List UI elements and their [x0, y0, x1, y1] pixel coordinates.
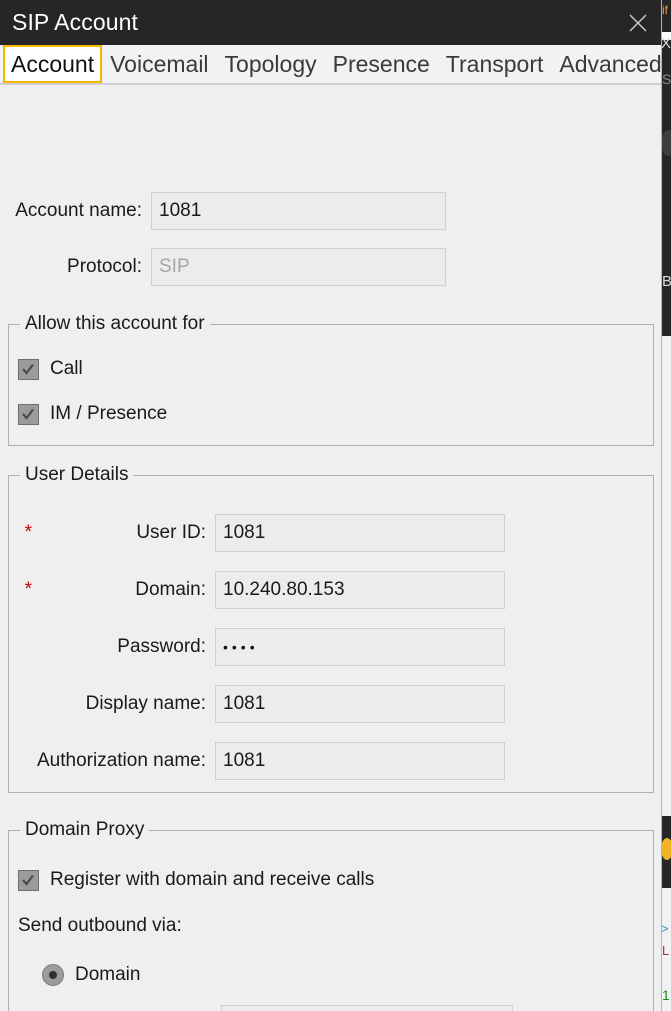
dialog-title: SIP Account: [12, 9, 138, 35]
bg-glyph-7: 1: [662, 988, 670, 1002]
tab-transport-label: Transport: [445, 50, 544, 77]
checkbox-call-label: Call: [50, 358, 83, 379]
close-button[interactable]: [615, 0, 661, 45]
checkbox-register-box: [18, 869, 39, 891]
domain-required-marker: *: [24, 579, 32, 600]
bg-dark-panel-mid: [661, 176, 671, 336]
close-icon: [627, 12, 649, 34]
protocol-row: Protocol: SIP: [8, 248, 508, 286]
account-name-input[interactable]: 1081: [151, 192, 446, 230]
protocol-input: SIP: [151, 248, 446, 286]
tab-account[interactable]: Account: [3, 45, 103, 83]
tab-bar: Account Voicemail Topology Presence Tran…: [0, 45, 661, 85]
password-input[interactable]: ••••: [215, 628, 505, 666]
authorization-name-input[interactable]: 1081: [215, 742, 505, 780]
bg-light-panel: [661, 336, 671, 816]
account-name-row: Account name: 1081: [8, 192, 508, 230]
tab-transport[interactable]: Transport: [438, 45, 552, 83]
bg-glyph-5: >: [661, 922, 669, 935]
tab-advanced-label: Advanced: [559, 50, 661, 77]
dialog-titlebar: SIP Account: [0, 0, 661, 45]
user-id-required-marker: *: [24, 522, 32, 543]
tab-voicemail[interactable]: Voicemail: [102, 45, 216, 83]
checkbox-call[interactable]: Call: [18, 358, 83, 380]
allow-account-group-title: Allow this account for: [20, 313, 210, 335]
bg-glyph-3: B: [662, 274, 671, 289]
authorization-name-label: Authorization name:: [37, 750, 206, 771]
user-id-input[interactable]: 1081: [215, 514, 505, 552]
bg-yellow-icon: [661, 838, 671, 860]
checkbox-register-with-domain[interactable]: Register with domain and receive calls: [18, 869, 374, 891]
bg-glyph-6: L: [662, 944, 670, 957]
bg-glyph-0: if: [662, 4, 668, 16]
sip-account-dialog: SIP Account Account Voicemail Topology P…: [0, 0, 661, 1011]
authorization-name-row: * Authorization name: 1081: [20, 742, 620, 780]
bg-avatar: [661, 130, 671, 156]
domain-input[interactable]: 10.240.80.153: [215, 571, 505, 609]
check-icon: [22, 408, 34, 420]
bg-glyph-1: X: [661, 36, 671, 51]
send-outbound-label: Send outbound via:: [18, 915, 182, 936]
display-name-input[interactable]: 1081: [215, 685, 505, 723]
protocol-label: Protocol:: [67, 256, 142, 277]
account-name-label: Account name:: [15, 200, 142, 221]
tab-topology-label: Topology: [224, 50, 317, 77]
tab-account-label: Account: [11, 50, 95, 77]
radio-domain-button: [42, 964, 64, 986]
checkbox-im-presence-label: IM / Presence: [50, 403, 168, 424]
tab-advanced[interactable]: Advanced: [551, 45, 661, 83]
user-id-label: User ID:: [136, 522, 206, 543]
checkbox-im-presence-box: [18, 403, 39, 425]
domain-label: Domain:: [135, 579, 206, 600]
radio-domain-label: Domain: [75, 964, 141, 985]
tab-presence-label: Presence: [332, 50, 430, 77]
domain-proxy-group-title: Domain Proxy: [20, 819, 150, 841]
display-name-label: Display name:: [85, 693, 206, 714]
domain-row: * Domain: 10.240.80.153: [20, 571, 620, 609]
proxy-address-input[interactable]: [221, 1005, 513, 1011]
checkbox-call-box: [18, 358, 39, 380]
allow-account-group: Allow this account for: [8, 313, 654, 446]
password-row: * Password: ••••: [20, 628, 620, 666]
password-label: Password:: [117, 636, 206, 657]
checkbox-im-presence[interactable]: IM / Presence: [18, 403, 167, 425]
check-icon: [22, 363, 34, 375]
radio-domain[interactable]: Domain: [42, 964, 140, 986]
display-name-row: * Display name: 1081: [20, 685, 620, 723]
tab-presence[interactable]: Presence: [325, 45, 438, 83]
check-icon: [22, 874, 34, 886]
tab-voicemail-label: Voicemail: [110, 50, 209, 77]
checkbox-register-label: Register with domain and receive calls: [50, 869, 375, 890]
user-details-group-title: User Details: [20, 464, 134, 486]
bg-glyph-2: S: [662, 72, 671, 86]
user-id-row: * User ID: 1081: [20, 514, 620, 552]
tab-topology[interactable]: Topology: [217, 45, 325, 83]
